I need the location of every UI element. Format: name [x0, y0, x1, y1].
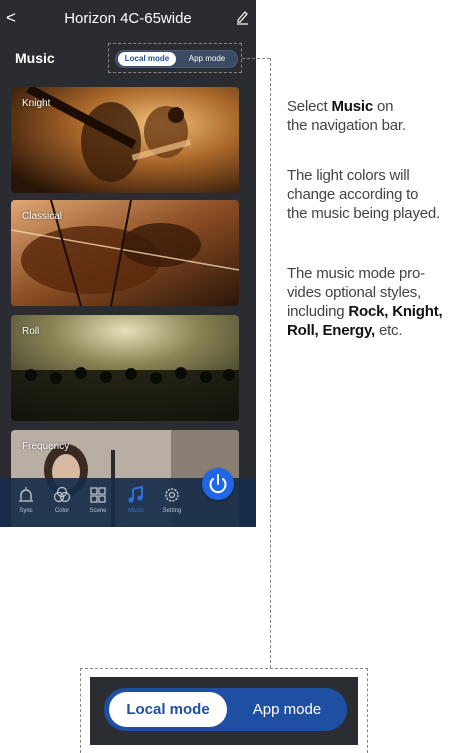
desc-bold: Rock, Knight, [348, 303, 443, 320]
desc-bold: Music [331, 98, 373, 115]
zoomed-local-mode-button[interactable]: Local mode [109, 692, 227, 727]
desc-text: the navigation bar. [287, 117, 406, 134]
music-heading: Music [15, 50, 55, 66]
desc-text: The light colors will [287, 167, 410, 184]
zoomed-app-mode-button[interactable]: App mode [230, 692, 344, 727]
tab-color[interactable]: Color [42, 484, 82, 524]
highlight-box [108, 43, 242, 73]
connector-line [242, 58, 270, 59]
connector-line [270, 58, 271, 668]
music-style-card-roll[interactable]: Roll [11, 315, 239, 421]
card-label: Classical [22, 211, 63, 222]
instruction-paragraph-1: Select Music on the navigation bar. [287, 97, 406, 135]
desc-text: vides optional styles, [287, 284, 422, 301]
tab-sync[interactable]: Sync [6, 484, 46, 524]
card-label: Frequency [22, 441, 70, 452]
music-icon [128, 486, 143, 503]
power-button[interactable] [202, 468, 234, 500]
setting-icon [165, 488, 179, 502]
desc-text: Select [287, 98, 332, 115]
tab-music[interactable]: Music [116, 484, 156, 524]
desc-text: the music being played. [287, 205, 440, 222]
tab-label: Scene [89, 508, 107, 514]
desc-bold: Roll, Energy, [287, 322, 375, 339]
roll-image [11, 315, 239, 421]
tab-label: Setting [162, 508, 182, 514]
instruction-paragraph-3: The music mode pro- vides optional style… [287, 264, 443, 340]
tab-label: Sync [19, 508, 33, 514]
instruction-paragraph-2: The light colors will change according t… [287, 166, 440, 223]
desc-text: including [287, 303, 349, 320]
card-label: Roll [22, 326, 40, 337]
card-label: Knight [22, 98, 51, 109]
scene-icon [90, 487, 106, 503]
zoomed-mode-toggle: Local mode App mode [104, 688, 347, 731]
tab-setting[interactable]: Setting [152, 484, 192, 524]
music-style-card-classical[interactable]: Classical [11, 200, 239, 306]
music-style-card-knight[interactable]: Knight [11, 87, 239, 193]
desc-text: The music mode pro- [287, 265, 425, 282]
pencil-icon[interactable] [235, 9, 249, 25]
sync-icon [19, 487, 33, 502]
power-icon [209, 474, 227, 494]
tab-scene[interactable]: Scene [78, 484, 118, 524]
top-bar: < Horizon 4C-65wide [0, 0, 256, 38]
tab-label: Music [128, 508, 144, 514]
device-title: Horizon 4C-65wide [64, 10, 192, 27]
tab-label: Color [54, 508, 70, 514]
desc-text: on [372, 98, 394, 115]
desc-text: change according to [287, 186, 419, 203]
desc-text: etc. [374, 322, 403, 339]
color-icon [53, 486, 71, 503]
phone-screen: < Horizon 4C-65wide Music Local mode App… [0, 0, 256, 527]
